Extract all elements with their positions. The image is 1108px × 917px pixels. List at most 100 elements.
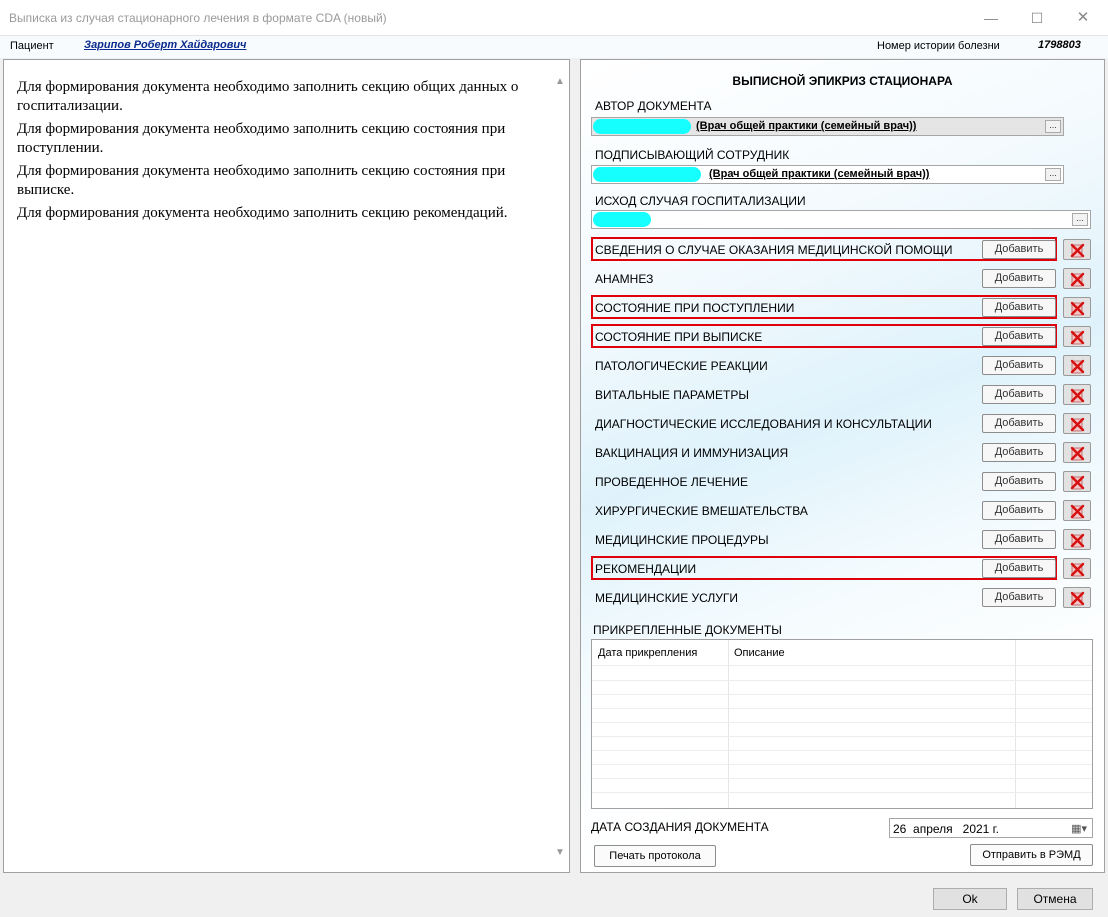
creation-date-picker[interactable]: 26 апреля 2021 г. ▦▾ [889, 818, 1093, 838]
grid-line [592, 680, 1092, 681]
delete-section-button[interactable] [1063, 500, 1091, 521]
delete-section-button[interactable] [1063, 442, 1091, 463]
scroll-down-icon[interactable]: ▼ [555, 847, 565, 858]
section-row: МЕДИЦИНСКИЕ ПРОЦЕДУРЫ Добавить [581, 527, 1104, 551]
section-label: ДИАГНОСТИЧЕСКИЕ ИССЛЕДОВАНИЯ И КОНСУЛЬТА… [595, 417, 932, 431]
message-general: Для формирования документа необходимо за… [17, 79, 519, 114]
section-row: АНАМНЕЗ Добавить [581, 266, 1104, 290]
redacted-name [593, 167, 701, 182]
window-title: Выписка из случая стационарного лечения … [9, 11, 387, 25]
patient-label: Пациент [10, 40, 54, 52]
signer-select-button[interactable]: ... [1045, 168, 1061, 181]
title-bar: Выписка из случая стационарного лечения … [0, 0, 1108, 36]
section-label: ПРОВЕДЕННОЕ ЛЕЧЕНИЕ [595, 475, 749, 489]
redacted-name [593, 119, 691, 134]
section-label: АНАМНЕЗ [595, 272, 654, 286]
close-button[interactable]: ✕ [1060, 6, 1106, 30]
add-section-button[interactable]: Добавить [982, 588, 1056, 607]
creation-date-label: ДАТА СОЗДАНИЯ ДОКУМЕНТА [591, 820, 769, 834]
attachments-title: ПРИКРЕПЛЕННЫЕ ДОКУМЕНТЫ [593, 623, 782, 637]
delete-section-button[interactable] [1063, 326, 1091, 347]
column-header-date[interactable]: Дата прикрепления [598, 647, 697, 659]
section-label: МЕДИЦИНСКИЕ УСЛУГИ [595, 591, 739, 605]
author-field[interactable]: (Врач общей практики (семейный врач)) ..… [591, 117, 1064, 136]
outcome-select-button[interactable]: ... [1072, 213, 1088, 226]
delete-section-button[interactable] [1063, 268, 1091, 289]
add-section-button[interactable]: Добавить [982, 298, 1056, 317]
message-discharge-state: Для формирования документа необходимо за… [17, 163, 506, 198]
redacted-value [593, 212, 651, 227]
add-section-button[interactable]: Добавить [982, 559, 1056, 578]
delete-section-button[interactable] [1063, 471, 1091, 492]
delete-section-button[interactable] [1063, 529, 1091, 550]
add-section-button[interactable]: Добавить [982, 356, 1056, 375]
add-section-button[interactable]: Добавить [982, 414, 1056, 433]
add-section-button[interactable]: Добавить [982, 269, 1056, 288]
grid-line [592, 736, 1092, 737]
section-label: ВИТАЛЬНЫЕ ПАРАМЕТРЫ [595, 388, 749, 402]
section-row: СВЕДЕНИЯ О СЛУЧАЕ ОКАЗАНИЯ МЕДИЦИНСКОЙ П… [581, 237, 1104, 261]
section-label: СВЕДЕНИЯ О СЛУЧАЕ ОКАЗАНИЯ МЕДИЦИНСКОЙ П… [595, 243, 953, 257]
section-label: РЕКОМЕНДАЦИИ [595, 562, 697, 576]
document-title: ВЫПИСНОЙ ЭПИКРИЗ СТАЦИОНАРА [732, 74, 953, 88]
delete-section-button[interactable] [1063, 413, 1091, 434]
grid-line [592, 708, 1092, 709]
section-row: СОСТОЯНИЕ ПРИ ПОСТУПЛЕНИИ Добавить [581, 295, 1104, 319]
history-number: 1798803 [1038, 39, 1081, 51]
signer-field[interactable]: (Врач общей практики (семейный врач)) ..… [591, 165, 1064, 184]
section-label: ПАТОЛОГИЧЕСКИЕ РЕАКЦИИ [595, 359, 768, 373]
grid-line [592, 778, 1092, 779]
ok-button[interactable]: Ok [933, 888, 1007, 910]
section-row: ПАТОЛОГИЧЕСКИЕ РЕАКЦИИ Добавить [581, 353, 1104, 377]
header-divider [592, 665, 1092, 666]
validation-messages: Для формирования документа необходимо за… [17, 78, 543, 227]
history-label: Номер истории болезни [877, 40, 1000, 52]
grid-line [592, 694, 1092, 695]
section-row: ХИРУРГИЧЕСКИЕ ВМЕШАТЕЛЬСТВА Добавить [581, 498, 1104, 522]
section-label: ХИРУРГИЧЕСКИЕ ВМЕШАТЕЛЬСТВА [595, 504, 808, 518]
add-section-button[interactable]: Добавить [982, 472, 1056, 491]
vertical-scrollbar[interactable]: ▲ ▼ [552, 60, 569, 872]
column-header-description[interactable]: Описание [734, 647, 785, 659]
signer-label: ПОДПИСЫВАЮЩИЙ СОТРУДНИК [595, 148, 790, 162]
section-label: СОСТОЯНИЕ ПРИ ПОСТУПЛЕНИИ [595, 301, 795, 315]
cancel-button[interactable]: Отмена [1017, 888, 1093, 910]
send-remd-button[interactable]: Отправить в РЭМД [970, 844, 1093, 866]
patient-name-link[interactable]: Зарипов Роберт Хайдарович [84, 39, 246, 51]
attachments-grid[interactable]: Дата прикрепления Описание [591, 639, 1093, 809]
add-section-button[interactable]: Добавить [982, 501, 1056, 520]
calendar-dropdown-icon[interactable]: ▦▾ [1071, 822, 1087, 835]
section-row: РЕКОМЕНДАЦИИ Добавить [581, 556, 1104, 580]
delete-section-button[interactable] [1063, 558, 1091, 579]
section-row: ДИАГНОСТИЧЕСКИЕ ИССЛЕДОВАНИЯ И КОНСУЛЬТА… [581, 411, 1104, 435]
section-row: ВАКЦИНАЦИЯ И ИММУНИЗАЦИЯ Добавить [581, 440, 1104, 464]
minimize-button[interactable]: — [968, 6, 1014, 30]
author-select-button[interactable]: ... [1045, 120, 1061, 133]
creation-date-value: 26 апреля 2021 г. [893, 822, 999, 836]
document-panel: ВЫПИСНОЙ ЭПИКРИЗ СТАЦИОНАРА АВТОР ДОКУМЕ… [580, 59, 1105, 873]
grid-line [592, 722, 1092, 723]
section-row: СОСТОЯНИЕ ПРИ ВЫПИСКЕ Добавить [581, 324, 1104, 348]
scroll-up-icon[interactable]: ▲ [555, 76, 565, 87]
maximize-button[interactable]: ☐ [1014, 6, 1060, 30]
outcome-field[interactable]: ... [591, 210, 1091, 229]
delete-section-button[interactable] [1063, 239, 1091, 260]
add-section-button[interactable]: Добавить [982, 530, 1056, 549]
add-section-button[interactable]: Добавить [982, 385, 1056, 404]
grid-line [592, 792, 1092, 793]
section-label: ВАКЦИНАЦИЯ И ИММУНИЗАЦИЯ [595, 446, 789, 460]
add-section-button[interactable]: Добавить [982, 443, 1056, 462]
delete-section-button[interactable] [1063, 297, 1091, 318]
section-label: СОСТОЯНИЕ ПРИ ВЫПИСКЕ [595, 330, 763, 344]
add-section-button[interactable]: Добавить [982, 240, 1056, 259]
print-protocol-button[interactable]: Печать протокола [594, 845, 716, 867]
delete-section-button[interactable] [1063, 587, 1091, 608]
add-section-button[interactable]: Добавить [982, 327, 1056, 346]
message-recommendations: Для формирования документа необходимо за… [17, 205, 508, 221]
grid-line [592, 764, 1092, 765]
section-row: ПРОВЕДЕННОЕ ЛЕЧЕНИЕ Добавить [581, 469, 1104, 493]
author-value: (Врач общей практики (семейный врач)) [696, 120, 917, 132]
delete-section-button[interactable] [1063, 384, 1091, 405]
delete-section-button[interactable] [1063, 355, 1091, 376]
validation-messages-panel[interactable]: Для формирования документа необходимо за… [3, 59, 570, 873]
